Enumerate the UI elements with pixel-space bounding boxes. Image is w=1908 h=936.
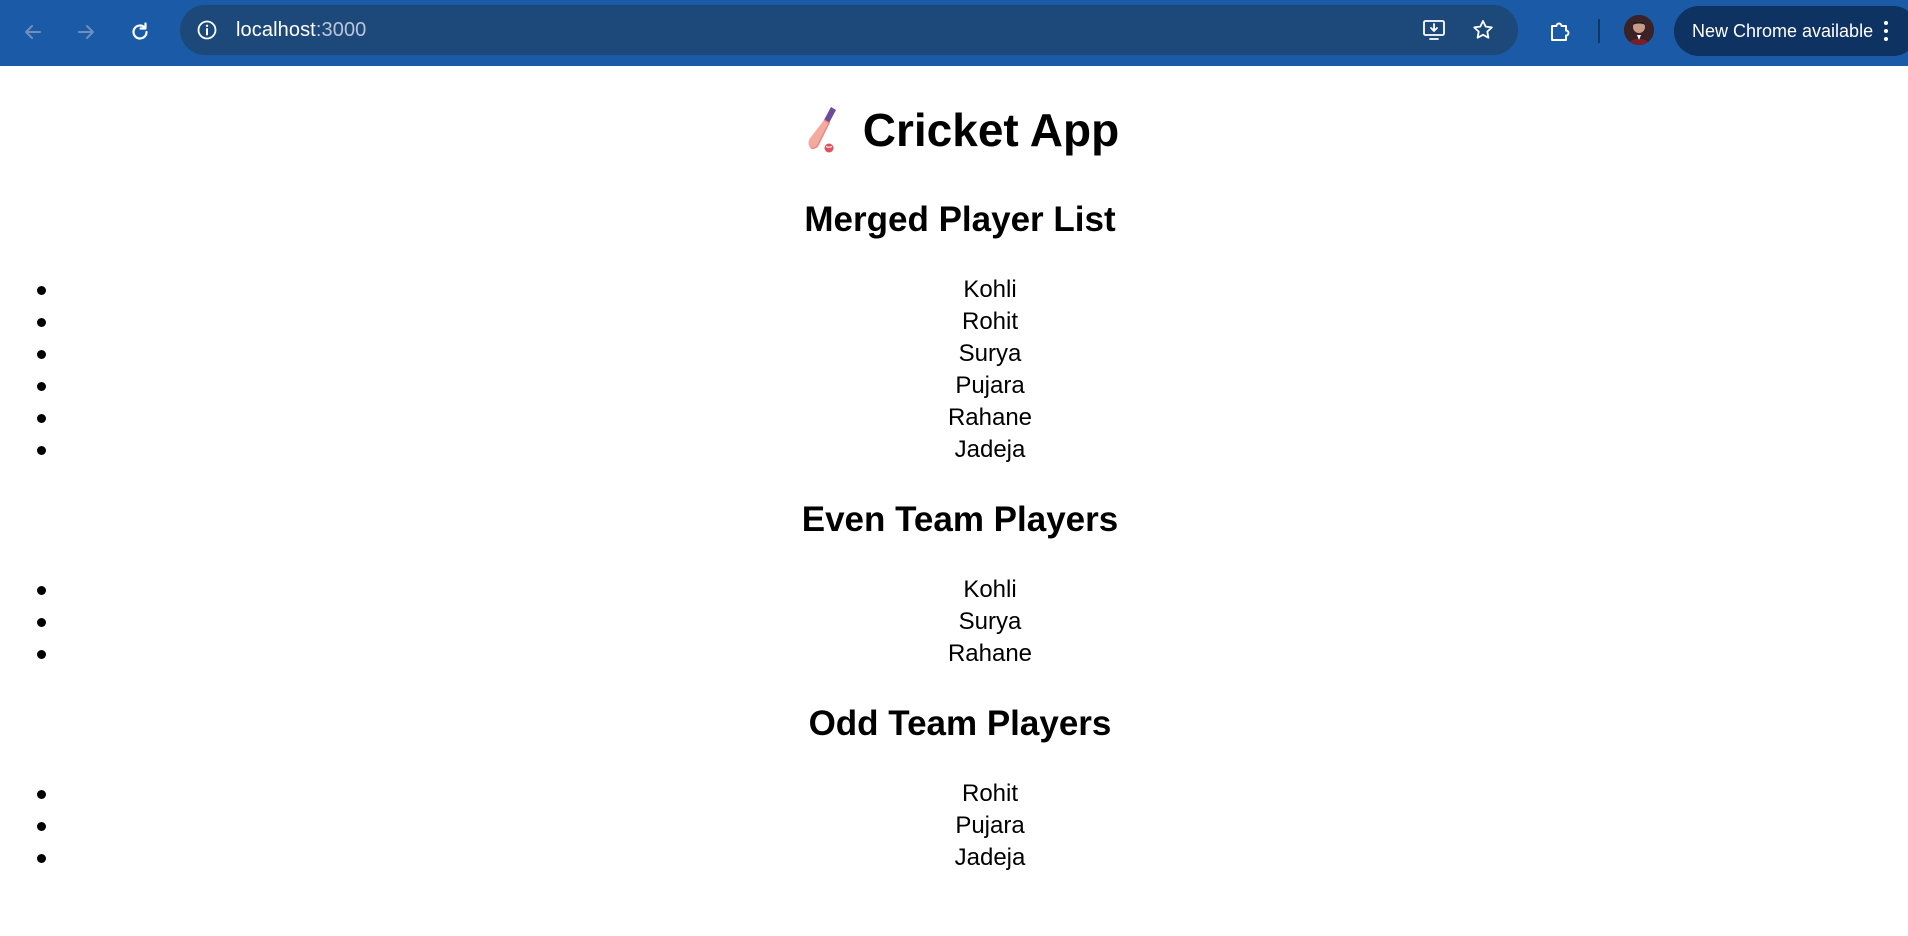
toolbar-divider: [1598, 19, 1600, 43]
list-item: Jadeja: [0, 842, 1908, 874]
page-content: Cricket App Merged Player List Kohli Roh…: [0, 66, 1908, 936]
odd-team-player-list: Rohit Pujara Jadeja: [0, 778, 1908, 874]
arrow-left-icon: [25, 25, 41, 39]
forward-button[interactable]: [68, 14, 104, 50]
puzzle-icon: [1551, 22, 1570, 41]
new-chrome-available-button[interactable]: New Chrome available: [1674, 6, 1908, 56]
reload-button[interactable]: [122, 14, 158, 50]
star-icon: [1473, 20, 1493, 39]
update-chip-label: New Chrome available: [1692, 21, 1874, 41]
odd-team-players-heading: Odd Team Players: [808, 704, 1112, 743]
list-item: Pujara: [0, 810, 1908, 842]
list-item: Rahane: [0, 638, 1908, 670]
app-title: Cricket App: [0, 102, 1908, 158]
chrome-menu-button[interactable]: [1876, 16, 1896, 46]
merged-player-list: Kohli Rohit Surya Pujara Rahane Jadeja: [0, 274, 1908, 466]
profile-avatar-button[interactable]: [1624, 15, 1654, 45]
avatar-icon: [1624, 15, 1654, 45]
menu-dot: [1884, 21, 1888, 25]
list-item: Surya: [0, 338, 1908, 370]
menu-dot: [1884, 37, 1888, 41]
back-button[interactable]: [15, 14, 51, 50]
even-team-player-list: Kohli Surya Rahane: [0, 574, 1908, 670]
reload-icon: [132, 22, 148, 40]
merged-player-list-heading: Merged Player List: [804, 200, 1116, 239]
install-app-button[interactable]: [1417, 13, 1451, 47]
list-item: Rohit: [0, 306, 1908, 338]
url-host: localhost: [236, 19, 316, 41]
list-item: Jadeja: [0, 434, 1908, 466]
install-icon: [1423, 20, 1445, 40]
list-item: Surya: [0, 606, 1908, 638]
bookmark-button[interactable]: [1466, 13, 1500, 47]
list-item: Kohli: [0, 574, 1908, 606]
browser-toolbar: localhost:3000 New Chrome available: [0, 0, 1908, 66]
list-item: Kohli: [0, 274, 1908, 306]
even-team-players-heading: Even Team Players: [801, 500, 1119, 539]
cricket-bat-icon: [808, 107, 836, 153]
extensions-button[interactable]: [1542, 13, 1578, 49]
list-item: Pujara: [0, 370, 1908, 402]
menu-dot: [1884, 29, 1888, 33]
address-bar[interactable]: localhost:3000: [180, 5, 1518, 55]
url-port: :3000: [315, 19, 367, 41]
site-info-button[interactable]: [190, 13, 224, 47]
list-item: Rahane: [0, 402, 1908, 434]
info-icon: [197, 20, 217, 40]
app-title-text: Cricket App: [862, 104, 1120, 156]
list-item: Rohit: [0, 778, 1908, 810]
url-text[interactable]: localhost:3000: [236, 5, 366, 55]
arrow-right-icon: [78, 25, 94, 39]
